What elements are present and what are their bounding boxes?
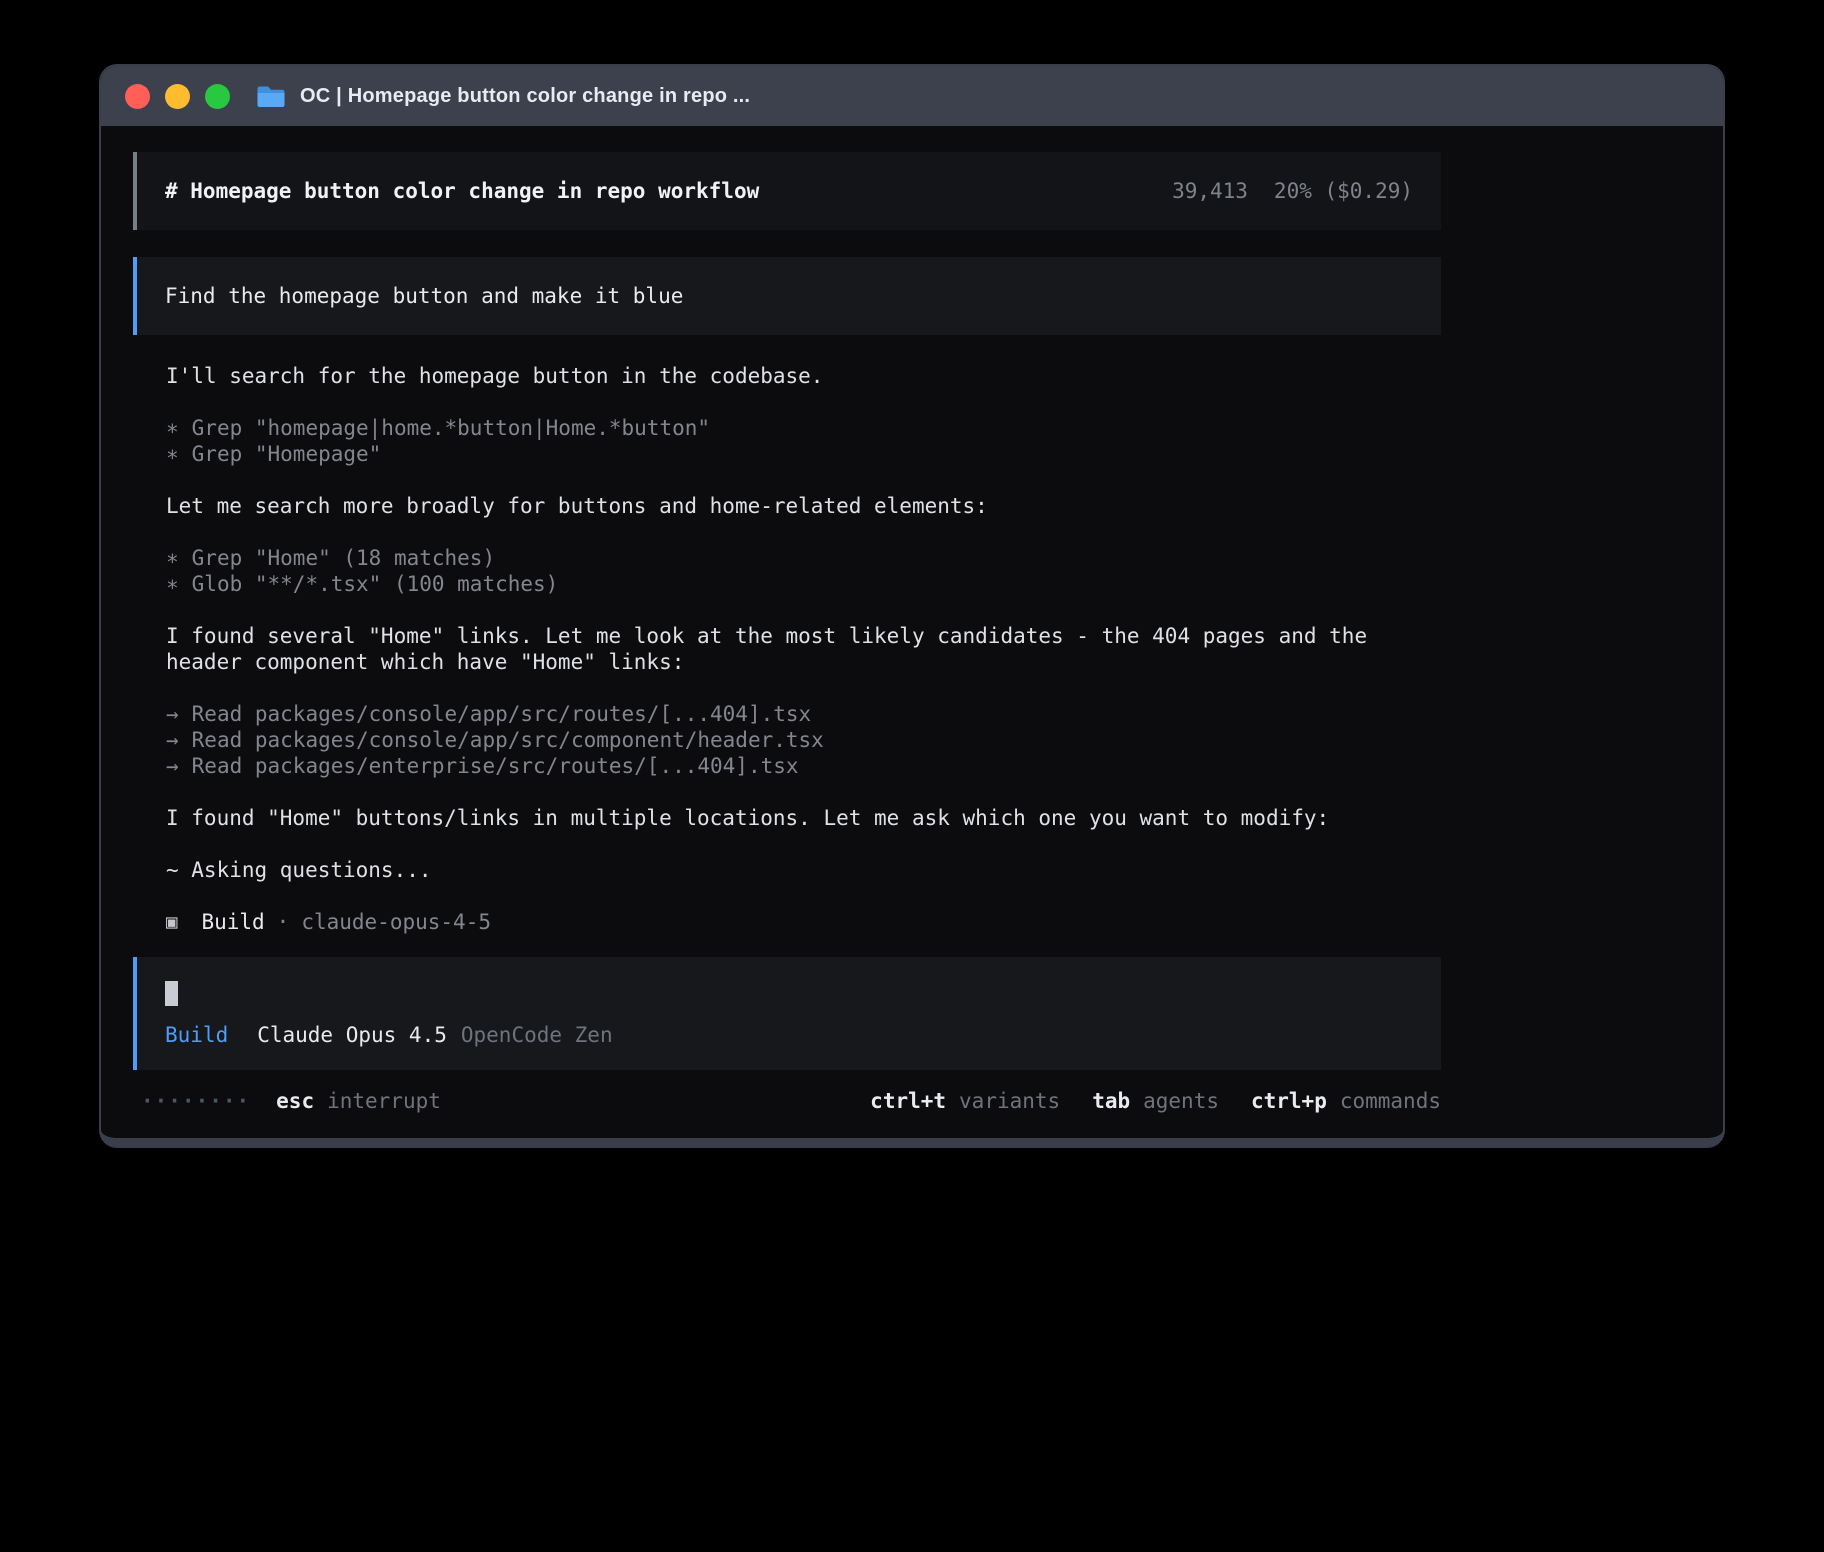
tool-call: → Read packages/console/app/src/component…	[166, 727, 1441, 753]
shortcut-label: variants	[959, 1088, 1060, 1114]
terminal-content: # Homepage button color change in repo w…	[101, 126, 1723, 1138]
shortcut-variants: ctrl+t variants	[870, 1088, 1060, 1114]
agent-status-row: ▣ Build · claude-opus-4-5	[166, 909, 1441, 935]
read-arrow-icon: →	[166, 728, 179, 752]
tool-call-text: Read packages/enterprise/src/routes/[...…	[192, 754, 799, 778]
token-count: 39,413	[1172, 178, 1248, 204]
model-status-row: Build Claude Opus 4.5 OpenCode Zen	[165, 1022, 1413, 1048]
prompt-input[interactable]: Build Claude Opus 4.5 OpenCode Zen	[133, 957, 1441, 1070]
terminal-window: OC | Homepage button color change in rep…	[99, 64, 1725, 1148]
tool-call-group: ∗ Grep "Home" (18 matches) ∗ Glob "**/*.ts…	[166, 545, 1441, 597]
agent-name: Build	[201, 909, 264, 935]
spinner-dots-icon: ········	[133, 1088, 250, 1114]
assistant-message: I found several "Home" links. Let me loo…	[166, 623, 1441, 675]
session-title: # Homepage button color change in repo w…	[165, 178, 759, 204]
tool-call: → Read packages/enterprise/src/routes/[..…	[166, 753, 1441, 779]
prompt-input-line	[165, 981, 1413, 1007]
text-cursor	[165, 981, 178, 1006]
read-arrow-icon: →	[166, 754, 179, 778]
conversation-transcript: I'll search for the homepage button in t…	[166, 363, 1441, 935]
active-model-label: Claude Opus 4.5	[257, 1022, 447, 1048]
esc-key-hint: esc	[276, 1088, 314, 1114]
tool-bullet-icon: ∗	[166, 442, 179, 466]
tool-call: ∗ Glob "**/*.tsx" (100 matches)	[166, 571, 1441, 597]
agent-separator: ·	[277, 909, 290, 935]
agent-badge-icon: ▣	[166, 909, 177, 935]
shortcut-label: agents	[1143, 1088, 1219, 1114]
esc-key-label: interrupt	[327, 1088, 441, 1114]
shortcut-agents: tab agents	[1092, 1088, 1219, 1114]
provider-label: OpenCode Zen	[461, 1022, 613, 1048]
shortcut-key: tab	[1092, 1088, 1130, 1114]
tool-call: ∗ Grep "Home" (18 matches)	[166, 545, 1441, 571]
tool-bullet-icon: ∗	[166, 546, 179, 570]
status-message: ~ Asking questions...	[166, 857, 1441, 883]
tool-call-text: Grep "Homepage"	[192, 442, 382, 466]
status-bar-shortcuts: ctrl+t variants tab agents ctrl+p comman…	[870, 1088, 1441, 1114]
window-title: OC | Homepage button color change in rep…	[300, 85, 750, 108]
tool-bullet-icon: ∗	[166, 416, 179, 440]
tool-call-text: Grep "Home" (18 matches)	[192, 546, 495, 570]
assistant-message: I'll search for the homepage button in t…	[166, 363, 1441, 389]
status-bar-left: ········ esc interrupt	[133, 1088, 441, 1114]
zoom-button[interactable]	[205, 84, 230, 109]
tool-call: ∗ Grep "Homepage"	[166, 441, 1441, 467]
tool-call: → Read packages/console/app/src/routes/[.…	[166, 701, 1441, 727]
tool-call-group: ∗ Grep "homepage|home.*button|Home.*butto…	[166, 415, 1441, 467]
user-message-text: Find the homepage button and make it blu…	[165, 284, 683, 308]
shortcut-commands: ctrl+p commands	[1251, 1088, 1441, 1114]
shortcut-key: ctrl+p	[1251, 1088, 1327, 1114]
titlebar-title-group: OC | Homepage button color change in rep…	[256, 84, 750, 109]
active-agent-label: Build	[165, 1022, 228, 1048]
tool-call-text: Glob "**/*.tsx" (100 matches)	[192, 572, 559, 596]
agent-model: claude-opus-4-5	[301, 909, 491, 935]
minimize-button[interactable]	[165, 84, 190, 109]
folder-icon	[256, 84, 286, 109]
tool-bullet-icon: ∗	[166, 572, 179, 596]
tool-call-group: → Read packages/console/app/src/routes/[.…	[166, 701, 1441, 779]
tool-call: ∗ Grep "homepage|home.*button|Home.*butto…	[166, 415, 1441, 441]
read-arrow-icon: →	[166, 702, 179, 726]
tool-call-text: Grep "homepage|home.*button|Home.*button…	[192, 416, 710, 440]
window-titlebar[interactable]: OC | Homepage button color change in rep…	[101, 66, 1723, 126]
traffic-lights	[125, 84, 230, 109]
close-button[interactable]	[125, 84, 150, 109]
shortcut-key: ctrl+t	[870, 1088, 946, 1114]
user-message: Find the homepage button and make it blu…	[133, 257, 1441, 335]
session-header: # Homepage button color change in repo w…	[133, 152, 1441, 230]
tool-call-text: Read packages/console/app/src/routes/[..…	[192, 702, 812, 726]
tool-call-text: Read packages/console/app/src/component/…	[192, 728, 824, 752]
assistant-message: I found "Home" buttons/links in multiple…	[166, 805, 1441, 831]
context-cost: 20% ($0.29)	[1274, 178, 1413, 204]
shortcut-label: commands	[1340, 1088, 1441, 1114]
status-bar: ········ esc interrupt ctrl+t variants t…	[133, 1088, 1441, 1114]
session-stats: 39,413 20% ($0.29)	[1172, 178, 1413, 204]
assistant-message: Let me search more broadly for buttons a…	[166, 493, 1441, 519]
